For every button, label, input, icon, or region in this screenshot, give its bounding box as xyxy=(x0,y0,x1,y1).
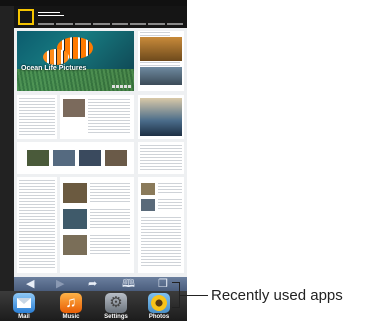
settings-gear-icon: ⚙ xyxy=(105,293,127,313)
music-icon: ♫ xyxy=(60,293,82,313)
share-icon[interactable]: ➦ xyxy=(88,278,97,290)
bookmarks-icon[interactable]: 🕮 xyxy=(122,278,135,290)
safari-toolbar: ◀ ▶ ➦ 🕮 ❐ xyxy=(14,277,187,291)
hero-banner[interactable]: Ocean Life Pictures xyxy=(17,31,134,91)
article-thumbnail[interactable] xyxy=(63,235,87,255)
editors-picks-box[interactable] xyxy=(60,177,134,273)
photo-of-the-day-panel[interactable] xyxy=(138,31,184,91)
app-settings[interactable]: ⚙ Settings xyxy=(102,293,130,321)
video-thumbnail[interactable] xyxy=(105,150,127,166)
daily-news-box[interactable] xyxy=(17,95,57,139)
site-brand-graphic xyxy=(38,10,78,16)
app-label: Mail xyxy=(18,314,30,320)
pages-icon[interactable]: ❐ xyxy=(158,278,168,290)
app-music[interactable]: ♫ Music xyxy=(57,293,85,321)
photos-sunflower-icon xyxy=(148,293,170,313)
site-nav[interactable] xyxy=(38,22,183,26)
community-box[interactable] xyxy=(17,177,57,273)
app-label: Settings xyxy=(104,314,128,320)
video-thumbnail[interactable] xyxy=(27,150,49,166)
callout-leader-line xyxy=(180,295,208,296)
poll-thumbnail xyxy=(141,199,155,211)
video-thumbnail[interactable] xyxy=(53,150,75,166)
app-label: Music xyxy=(62,314,80,320)
app-label: Photos xyxy=(148,314,170,320)
sidebar-list-box[interactable] xyxy=(138,142,184,174)
article-thumbnail[interactable] xyxy=(63,183,87,203)
poll-box[interactable] xyxy=(138,177,184,273)
photo-thumbnail[interactable] xyxy=(140,67,182,85)
news-box[interactable] xyxy=(60,95,134,139)
phone-screen: Ocean Life Pictures ◀ ▶ ➦ 🕮 ❐ Mail ♫ Mus… xyxy=(0,0,187,321)
article-thumbnail[interactable] xyxy=(63,209,87,229)
hero-title: Ocean Life Pictures xyxy=(21,65,87,72)
app-mail[interactable]: Mail xyxy=(10,293,38,321)
carousel-dots[interactable] xyxy=(112,85,131,88)
poll-thumbnail xyxy=(141,183,155,195)
video-strip[interactable] xyxy=(17,142,134,174)
web-page-viewport[interactable]: Ocean Life Pictures xyxy=(14,6,187,277)
clownfish-image xyxy=(43,49,69,65)
promo-image xyxy=(140,98,182,136)
back-arrow-icon[interactable]: ◀ xyxy=(26,278,34,290)
news-thumbnail xyxy=(63,99,85,117)
callout-bracket xyxy=(172,282,180,308)
app-photos[interactable]: Photos xyxy=(145,293,173,321)
photo-thumbnail[interactable] xyxy=(140,37,182,61)
mail-icon xyxy=(13,293,35,313)
callout-label: Recently used apps xyxy=(211,287,343,304)
video-thumbnail[interactable] xyxy=(79,150,101,166)
site-header xyxy=(14,6,187,28)
forward-arrow-icon[interactable]: ▶ xyxy=(56,278,64,290)
multitasking-dock: Mail ♫ Music ⚙ Settings Photos xyxy=(0,291,187,321)
national-geographic-logo[interactable] xyxy=(18,9,34,25)
promo-box[interactable] xyxy=(138,95,184,139)
